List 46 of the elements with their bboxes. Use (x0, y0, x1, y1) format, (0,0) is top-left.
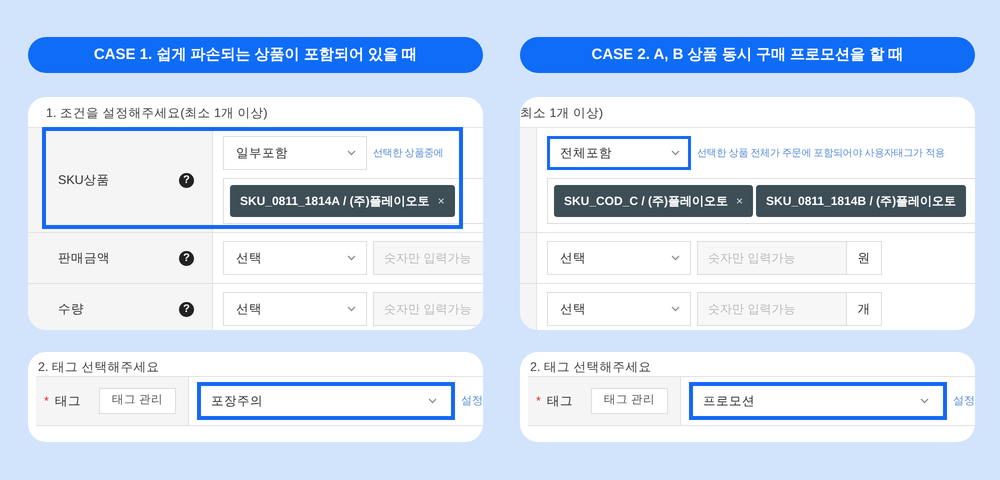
tag-input-box[interactable]: SKU_COD_C / (주)플레이오토 × SKU_0811_1814B / (주)플레이오토 (547, 178, 975, 224)
dropdown-select[interactable]: 선택 (223, 292, 367, 326)
section-heading: 2. 태그 선택해주세요 (37, 359, 160, 376)
chip-label: SKU_0811_1814B / (주)플레이오토 (766, 193, 956, 210)
row-label: 태그 (54, 392, 81, 410)
row-label: 판매금액 (58, 250, 110, 267)
unit-label: 원 (847, 241, 882, 275)
remove-icon[interactable]: × (438, 192, 445, 210)
number-input[interactable]: 숫자만 입력가능 (697, 292, 847, 326)
row-label: 태그 (546, 392, 573, 410)
required-mark: * (44, 392, 49, 410)
dropdown-select[interactable]: 포장주의 (197, 382, 455, 420)
chevron-icon (347, 150, 356, 156)
unit-label: 개 (847, 292, 882, 326)
row-label: SKU상품 (58, 172, 110, 189)
section-heading: 최소 1개 이상) (520, 105, 604, 122)
dropdown-select[interactable]: 일부포함 (223, 136, 367, 170)
chevron-icon (671, 150, 680, 156)
dropdown-select[interactable]: 선택 (547, 292, 691, 326)
case-title-banner: CASE 2. A, B 상품 동시 구매 프로모션을 할 때 (520, 37, 975, 73)
case-title-banner: CASE 1. 쉽게 파손되는 상품이 포함되어 있을 때 (28, 37, 483, 73)
number-input[interactable]: 숫자만 입력가능 (697, 241, 847, 275)
chevron-icon (920, 398, 929, 404)
chevron-icon (347, 306, 356, 312)
dropdown-select[interactable]: 선택 (223, 241, 367, 275)
dropdown-select[interactable]: 프로모션 (689, 382, 947, 420)
chevron-icon (671, 255, 680, 261)
row-label: 수량 (58, 300, 84, 318)
chevron-icon (428, 398, 437, 404)
section-heading: 2. 태그 선택해주세요 (529, 359, 652, 376)
tag-manage-button[interactable]: 태그 관리 (98, 388, 176, 414)
chip-label: SKU_COD_C / (주)플레이오토 (564, 193, 728, 210)
remove-icon[interactable]: × (736, 192, 744, 210)
help-icon[interactable]: ? (179, 172, 194, 188)
section-heading: 1. 조건을 설정해주세요(최소 1개 이상) (45, 105, 269, 122)
chip-label: SKU_0811_1814A / (주)플레이오토 (240, 193, 430, 210)
dropdown-select[interactable]: 선택 (547, 241, 691, 275)
number-input[interactable]: 숫자만 입력가능 (373, 292, 483, 326)
help-icon[interactable]: ? (179, 302, 194, 316)
required-mark: * (536, 392, 541, 410)
tag-manage-button[interactable]: 태그 관리 (590, 388, 668, 414)
chevron-icon (671, 306, 680, 312)
help-icon[interactable]: ? (179, 250, 194, 266)
chevron-icon (347, 255, 356, 261)
dropdown-select[interactable]: 전체포함 (547, 136, 691, 170)
number-input[interactable]: 숫자만 입력가능 (373, 241, 483, 275)
